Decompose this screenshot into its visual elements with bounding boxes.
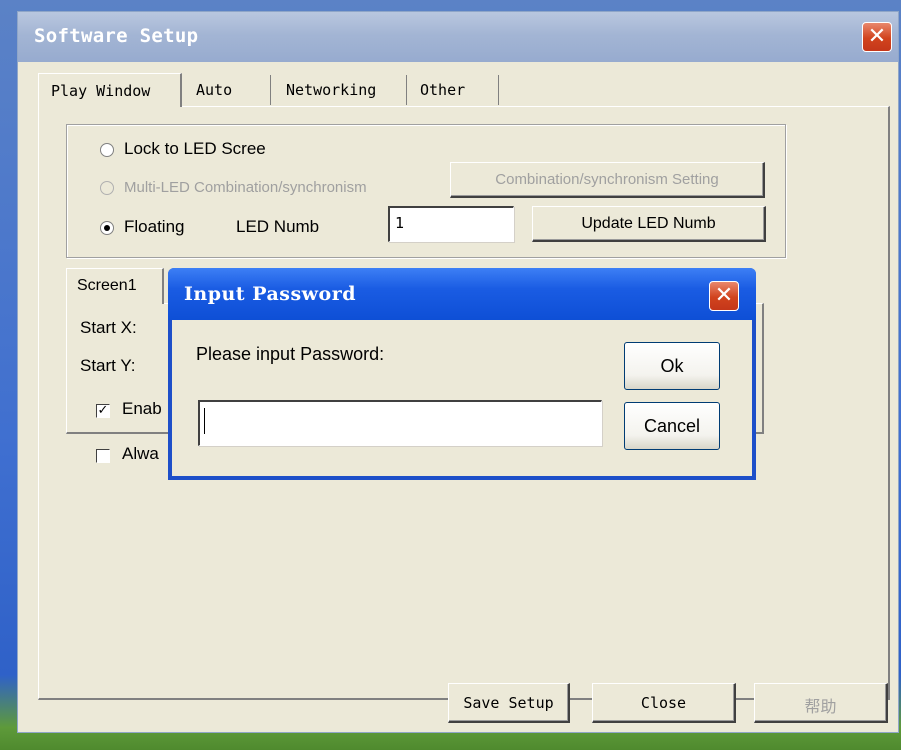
tab-screen1-label: Screen1 — [77, 277, 137, 294]
help-label: 帮助 — [804, 697, 837, 716]
text-caret — [204, 408, 205, 434]
dialog-close-button[interactable]: ✕ — [709, 281, 739, 311]
multi-led-radio[interactable] — [100, 181, 114, 195]
led-numb-input[interactable]: 1 — [388, 206, 514, 242]
password-input[interactable] — [198, 400, 602, 446]
led-numb-label: LED Numb — [236, 217, 320, 236]
update-led-numb-button[interactable]: Update LED Numb — [532, 206, 766, 242]
tab-label: Networking — [286, 81, 377, 99]
tab-screen1[interactable]: Screen1 — [66, 268, 164, 304]
tab-networking[interactable]: Networking — [272, 73, 408, 107]
enable-checkbox[interactable]: ✓ — [96, 404, 110, 418]
help-button[interactable]: 帮助 — [754, 683, 888, 723]
lock-radio-label: Lock to LED Scree — [124, 139, 266, 158]
floating-radio-label: Floating — [124, 217, 185, 236]
tab-other[interactable]: Other — [408, 73, 500, 107]
close-icon: ✕ — [867, 24, 887, 49]
tab-divider — [270, 75, 271, 105]
close-icon: ✕ — [714, 283, 734, 308]
password-prompt: Please input Password: — [196, 344, 385, 364]
always-label: Alwa — [122, 444, 159, 463]
tab-divider — [498, 75, 499, 105]
combination-setting-label: Combination/synchronism Setting — [495, 171, 719, 188]
cancel-label: Cancel — [643, 416, 701, 436]
tab-label: Play Window — [51, 82, 151, 100]
always-checkbox[interactable] — [96, 449, 110, 463]
close-label: Close — [640, 694, 687, 712]
floating-radio[interactable] — [100, 221, 114, 235]
start-y-label: Start Y: — [80, 356, 136, 375]
tab-auto[interactable]: Auto — [182, 73, 272, 107]
save-setup-button[interactable]: Save Setup — [448, 683, 570, 723]
close-button[interactable]: Close — [592, 683, 736, 723]
ok-button[interactable]: Ok — [624, 342, 720, 390]
enable-label: Enab — [122, 399, 162, 418]
tab-label: Other — [420, 81, 466, 99]
ok-label: Ok — [660, 356, 684, 376]
title-bar: Software Setup ✕ — [18, 12, 898, 62]
led-numb-value: 1 — [395, 214, 405, 232]
checkmark-icon: ✓ — [97, 403, 109, 418]
lock-radio[interactable] — [100, 143, 114, 157]
tab-play-window[interactable]: Play Window — [38, 73, 182, 107]
dialog-body: Please input Password: Ok Cancel — [172, 320, 752, 476]
cancel-button[interactable]: Cancel — [624, 402, 720, 450]
tab-label: Auto — [196, 81, 233, 99]
dialog-title-bar: Input Password ✕ — [168, 268, 756, 320]
save-setup-label: Save Setup — [463, 694, 554, 712]
start-x-label: Start X: — [80, 318, 137, 337]
update-led-numb-label: Update LED Numb — [581, 215, 716, 232]
password-dialog: Input Password ✕ Please input Password: … — [168, 268, 756, 480]
multi-led-radio-label: Multi-LED Combination/synchronism — [124, 179, 367, 196]
combination-setting-button[interactable]: Combination/synchronism Setting — [450, 162, 765, 198]
window-title: Software Setup — [34, 25, 199, 47]
window-close-button[interactable]: ✕ — [862, 22, 892, 52]
tab-divider — [406, 75, 407, 105]
dialog-title: Input Password — [184, 283, 356, 305]
